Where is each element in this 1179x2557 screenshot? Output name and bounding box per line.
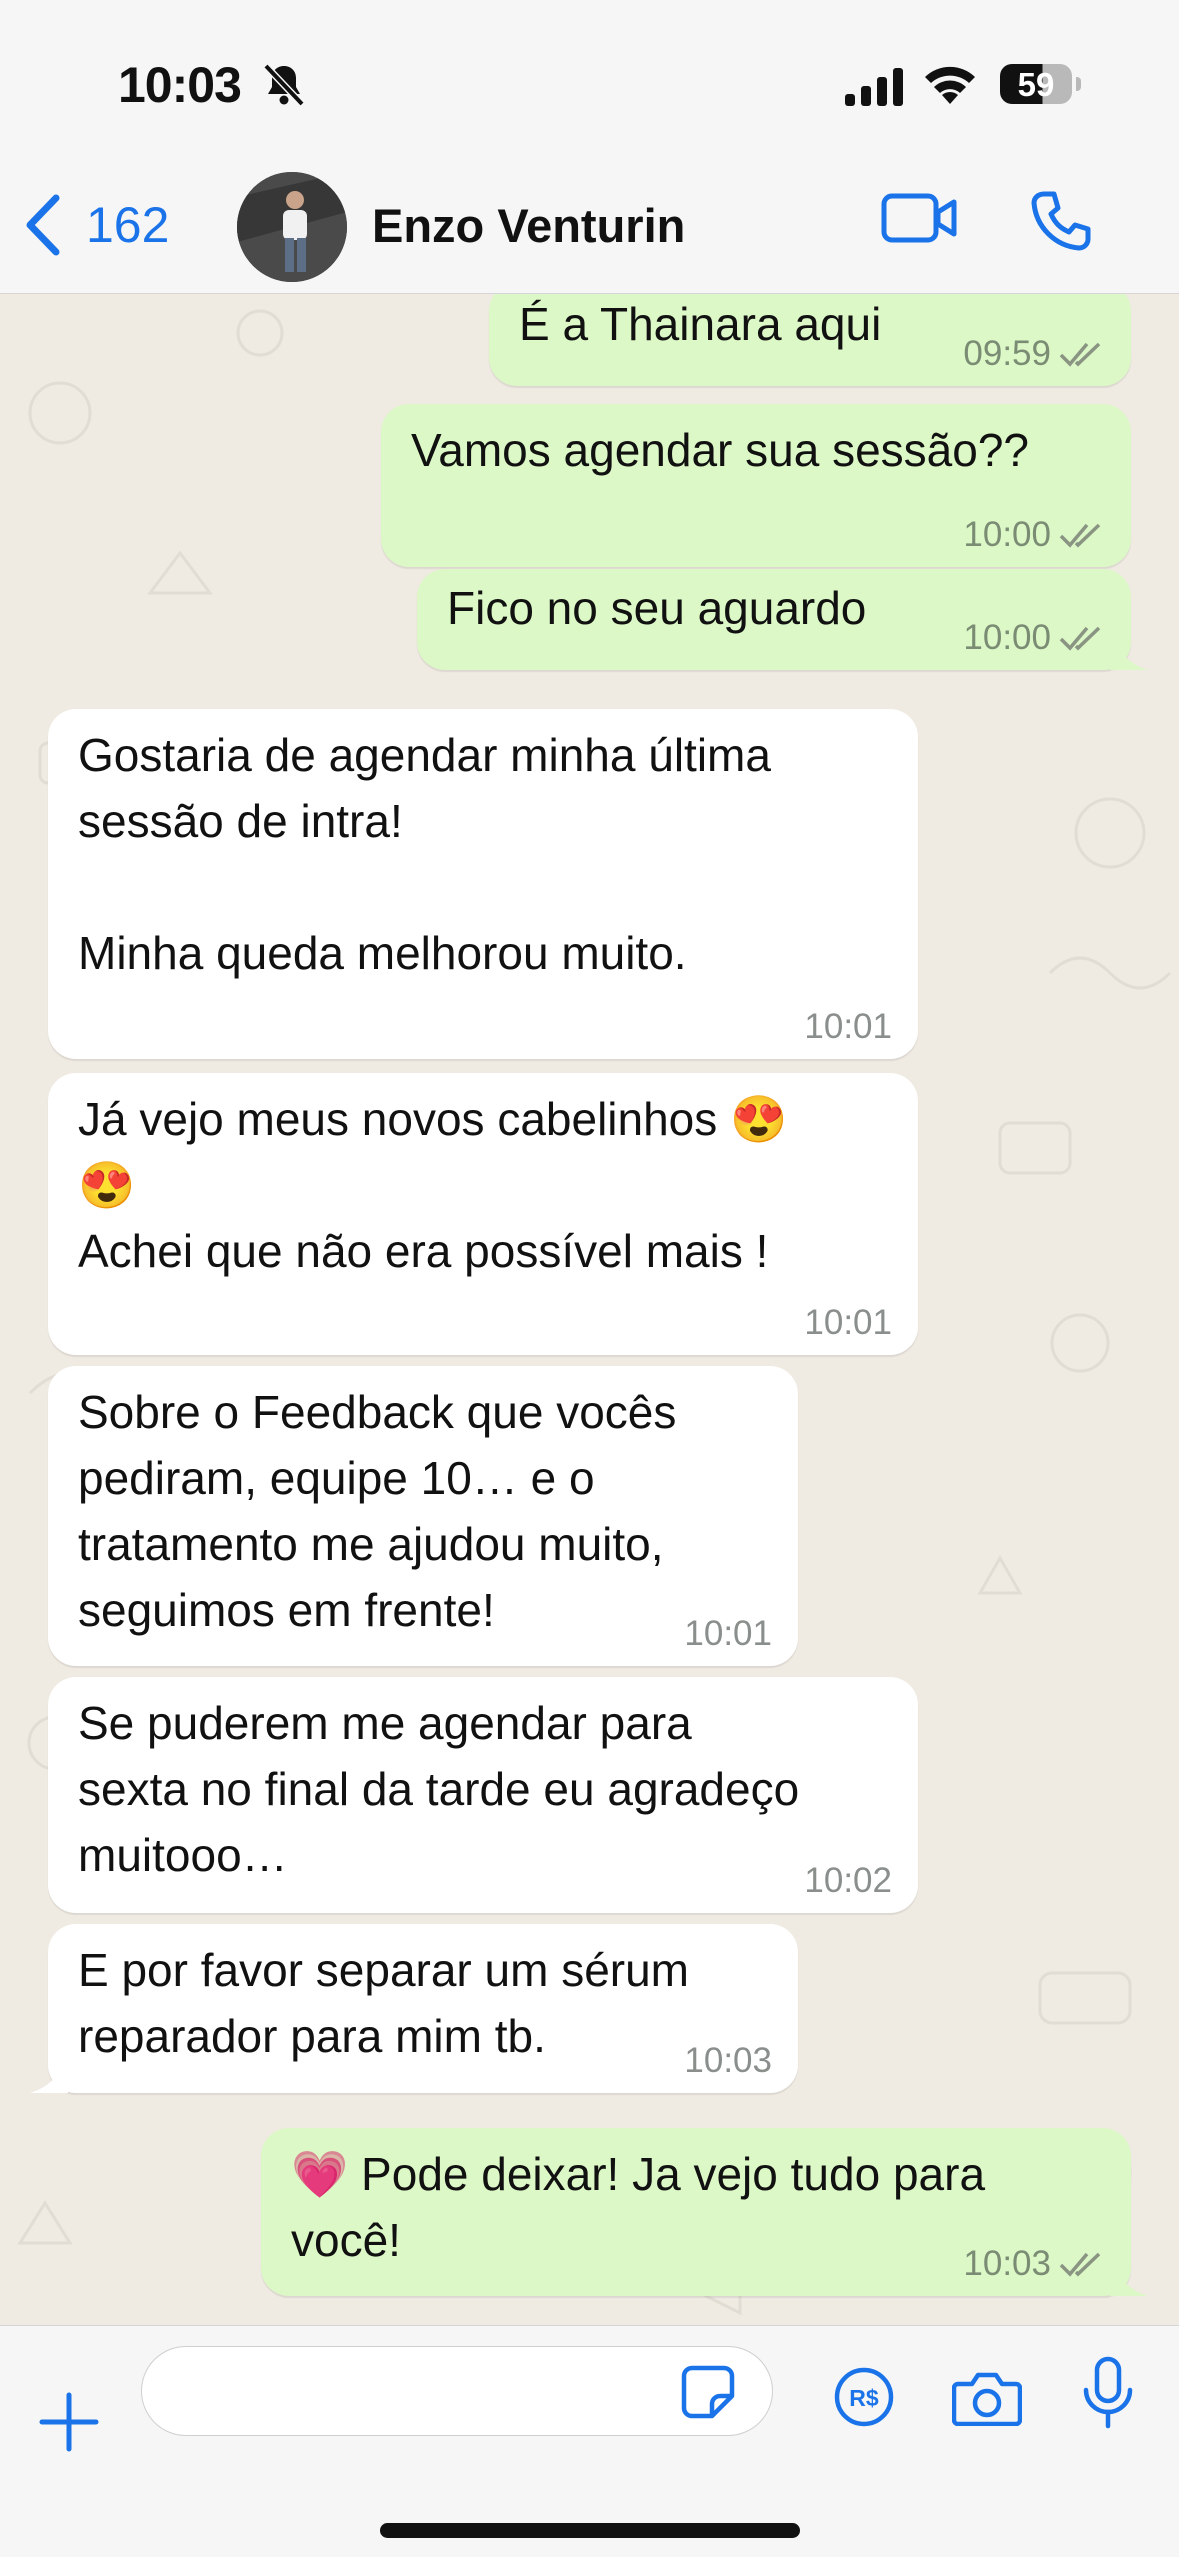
- phone-icon[interactable]: [1030, 190, 1092, 252]
- message-bubble-incoming[interactable]: Gostaria de agendar minha última sessão …: [48, 709, 918, 1059]
- message-bubble-outgoing[interactable]: Vamos agendar sua sessão?? 10:00: [381, 404, 1131, 567]
- message-time: 09:59: [963, 334, 1051, 373]
- bubble-tail: [30, 2053, 68, 2093]
- message-text: Fico no seu aguardo: [447, 582, 867, 634]
- message-meta: 10:02: [804, 1861, 892, 1901]
- double-check-icon: [1059, 342, 1101, 367]
- camera-icon[interactable]: [952, 2370, 1022, 2426]
- silent-bell-icon: [263, 63, 305, 107]
- message-text: Vamos agendar sua sessão??: [411, 424, 1029, 476]
- video-call-icon[interactable]: [880, 190, 960, 246]
- wifi-icon: [925, 66, 975, 104]
- message-bubble-outgoing[interactable]: Fico no seu aguardo 10:00: [417, 569, 1131, 670]
- battery-indicator: 59: [1000, 64, 1081, 104]
- double-check-icon: [1059, 626, 1101, 651]
- message-time: 10:02: [804, 1861, 892, 1900]
- message-time: 10:03: [963, 2244, 1051, 2283]
- message-bubble-incoming[interactable]: E por favor separar um sérum reparador p…: [48, 1924, 798, 2093]
- message-meta: 10:01: [804, 1007, 892, 1047]
- message-bubble-incoming[interactable]: Já vejo meus novos cabelinhos 😍 😍 Achei …: [48, 1073, 918, 1355]
- message-time: 10:01: [684, 1614, 772, 1653]
- message-bubble-incoming[interactable]: Sobre o Feedback que vocês pediram, equi…: [48, 1366, 798, 1666]
- chevron-left-icon: [26, 194, 60, 256]
- back-button[interactable]: 162: [22, 190, 169, 260]
- double-check-icon: [1059, 2252, 1101, 2277]
- composer-bar: R$: [0, 2325, 1179, 2557]
- message-bubble-incoming[interactable]: Se puderem me agendar para sexta no fina…: [48, 1677, 918, 1913]
- home-indicator: [380, 2523, 800, 2538]
- message-time: 10:01: [804, 1303, 892, 1342]
- message-text: E por favor separar um sérum reparador p…: [78, 1944, 690, 2062]
- status-time: 10:03: [118, 57, 242, 113]
- cellular-signal-icon: [845, 68, 903, 106]
- message-text: Gostaria de agendar minha última sessão …: [78, 729, 771, 979]
- message-meta: 09:59: [963, 334, 1105, 374]
- microphone-icon[interactable]: [1080, 2356, 1136, 2432]
- message-text: 💗 Pode deixar! Ja vejo tudo para você!: [291, 2148, 986, 2266]
- message-time: 10:03: [684, 2041, 772, 2080]
- unread-count: 162: [86, 197, 170, 253]
- message-meta: 10:00: [963, 515, 1105, 555]
- message-text: É a Thainara aqui: [519, 298, 882, 350]
- double-check-icon: [1059, 523, 1101, 548]
- message-meta: 10:03: [684, 2041, 772, 2081]
- message-meta: 10:03: [963, 2244, 1105, 2284]
- message-text: Sobre o Feedback que vocês pediram, equi…: [78, 1386, 677, 1636]
- message-text: Se puderem me agendar para sexta no fina…: [78, 1697, 800, 1881]
- message-time: 10:00: [963, 515, 1051, 554]
- svg-text:R$: R$: [849, 2385, 879, 2411]
- message-text: Já vejo meus novos cabelinhos 😍 😍 Achei …: [78, 1093, 788, 1277]
- message-bubble-outgoing[interactable]: É a Thainara aqui 09:59: [489, 293, 1131, 386]
- bubble-tail: [1110, 2256, 1148, 2296]
- message-meta: 10:01: [804, 1303, 892, 1343]
- message-input[interactable]: [141, 2346, 773, 2436]
- message-bubble-outgoing[interactable]: 💗 Pode deixar! Ja vejo tudo para você! 1…: [261, 2128, 1131, 2296]
- contact-name[interactable]: Enzo Venturin: [372, 198, 685, 253]
- bubble-tail: [1110, 630, 1148, 670]
- message-time: 10:01: [804, 1007, 892, 1046]
- plus-icon[interactable]: [38, 2391, 100, 2453]
- payment-icon[interactable]: R$: [833, 2366, 895, 2428]
- sticker-icon[interactable]: [680, 2364, 736, 2420]
- avatar[interactable]: [237, 172, 347, 282]
- message-meta: 10:00: [963, 618, 1105, 658]
- message-time: 10:00: [963, 618, 1051, 657]
- message-list[interactable]: É a Thainara aqui 09:59 Vamos agendar su…: [0, 293, 1179, 2325]
- chat-header: 10:03 59 162 Enzo Venturin: [0, 0, 1179, 294]
- message-meta: 10:01: [684, 1614, 772, 1654]
